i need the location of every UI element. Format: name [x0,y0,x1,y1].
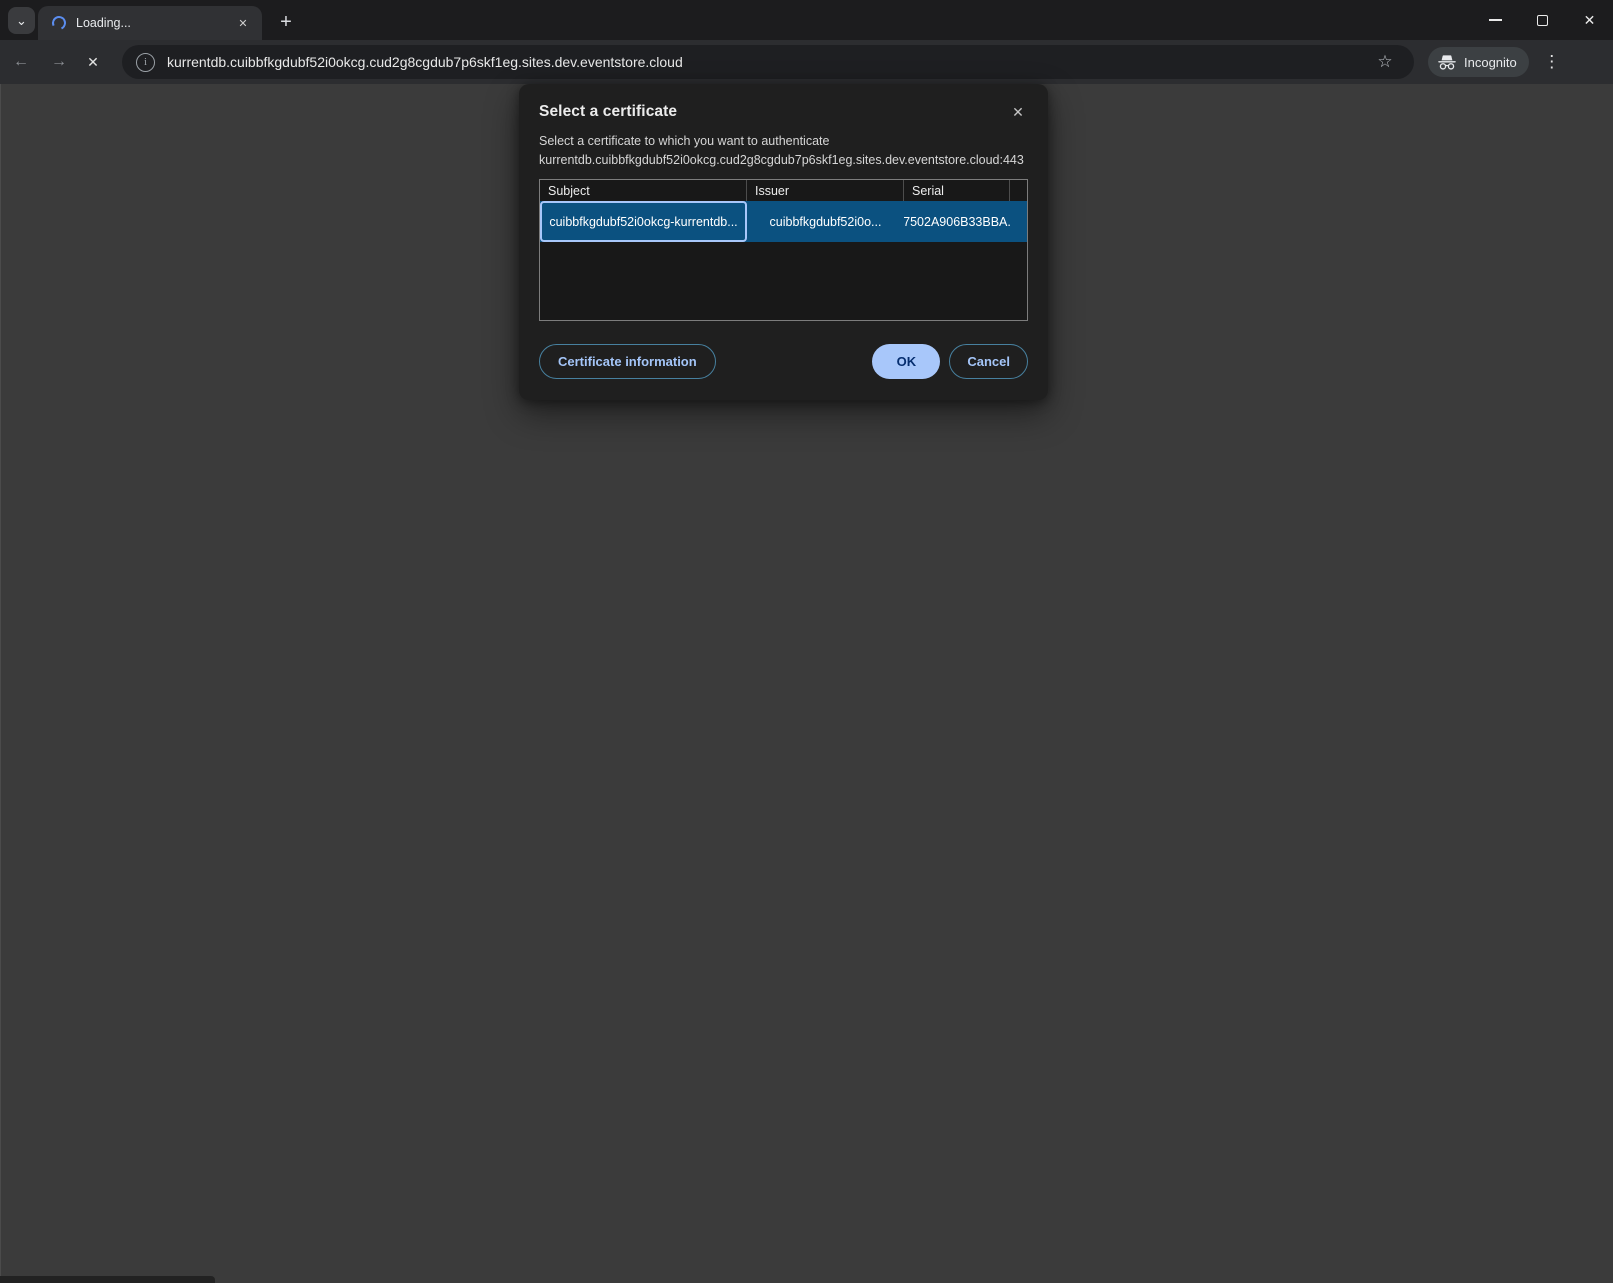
minimize-icon [1489,19,1502,21]
dialog-host: kurrentdb.cuibbfkgdubf52i0okcg.cud2g8cgd… [539,151,1028,170]
cell-issuer[interactable]: cuibbfkgdubf52i0o... [747,201,904,242]
dialog-close-button[interactable]: ✕ [1008,102,1028,122]
plus-icon: + [280,11,292,34]
tab-title: Loading... [76,16,234,30]
incognito-badge: Incognito [1428,47,1529,77]
certificate-table-header: Subject Issuer Serial [540,180,1027,201]
maximize-icon [1537,15,1548,26]
column-header-issuer: Issuer [747,180,904,201]
back-button[interactable]: ← [4,45,38,79]
info-glyph: i [144,56,147,68]
site-info-icon[interactable]: i [136,53,155,72]
column-header-subject: Subject [540,180,747,201]
cell-spacer [1010,201,1027,242]
window-left-edge [0,84,1,1283]
tab-close-button[interactable]: ✕ [234,14,252,32]
maximize-button[interactable] [1519,0,1566,40]
browser-window: ⌄ Loading... ✕ + ✕ ← [0,0,1613,1283]
column-header-spacer [1010,180,1027,201]
browser-menu-button[interactable]: ⋮ [1537,47,1567,77]
window-controls: ✕ [1472,0,1613,40]
certificate-information-button[interactable]: Certificate information [539,344,716,379]
close-icon: ✕ [238,17,247,30]
incognito-icon [1437,55,1457,70]
tab-search-button[interactable]: ⌄ [8,7,35,34]
certificate-table-empty-area [540,242,1027,320]
forward-button[interactable]: → [42,45,76,79]
close-icon: ✕ [1584,12,1596,29]
certificate-row-selected[interactable]: cuibbfkgdubf52i0okcg-kurrentdb... cuibbf… [540,201,1027,242]
three-dot-menu-icon: ⋮ [1543,52,1560,72]
active-tab[interactable]: Loading... ✕ [38,6,262,40]
dialog-actions: Certificate information OK Cancel [539,344,1028,379]
new-tab-button[interactable]: + [272,8,300,36]
dialog-title: Select a certificate [539,103,1028,121]
cancel-button[interactable]: Cancel [949,344,1028,379]
window-close-button[interactable]: ✕ [1566,0,1613,40]
address-bar[interactable]: i kurrentdb.cuibbfkgdubf52i0okcg.cud2g8c… [122,45,1414,79]
column-header-serial: Serial [904,180,1010,201]
loading-spinner-icon [50,14,68,32]
star-icon: ☆ [1377,52,1392,72]
chevron-down-icon: ⌄ [16,13,27,29]
forward-arrow-icon: → [51,53,67,71]
stop-loading-button[interactable]: ✕ [76,45,110,79]
url-text[interactable]: kurrentdb.cuibbfkgdubf52i0okcg.cud2g8cgd… [167,54,683,70]
certificate-dialog: Select a certificate ✕ Select a certific… [519,84,1048,400]
minimize-button[interactable] [1472,0,1519,40]
back-arrow-icon: ← [13,53,29,71]
close-icon: ✕ [1012,104,1024,121]
dialog-description: Select a certificate to which you want t… [539,132,1028,151]
status-bubble [0,1276,215,1283]
tab-strip: ⌄ Loading... ✕ + ✕ [0,0,1613,40]
bookmark-button[interactable]: ☆ [1370,47,1400,77]
certificate-table: Subject Issuer Serial cuibbfkgdubf52i0ok… [539,179,1028,321]
ok-button[interactable]: OK [872,344,940,379]
stop-icon: ✕ [87,54,99,71]
cell-subject[interactable]: cuibbfkgdubf52i0okcg-kurrentdb... [540,201,747,242]
cell-serial[interactable]: 07502A906B33BBA... [904,201,1010,242]
browser-toolbar: ← → ✕ i kurrentdb.cuibbfkgdubf52i0okcg.c… [0,40,1613,84]
incognito-label: Incognito [1464,55,1517,70]
